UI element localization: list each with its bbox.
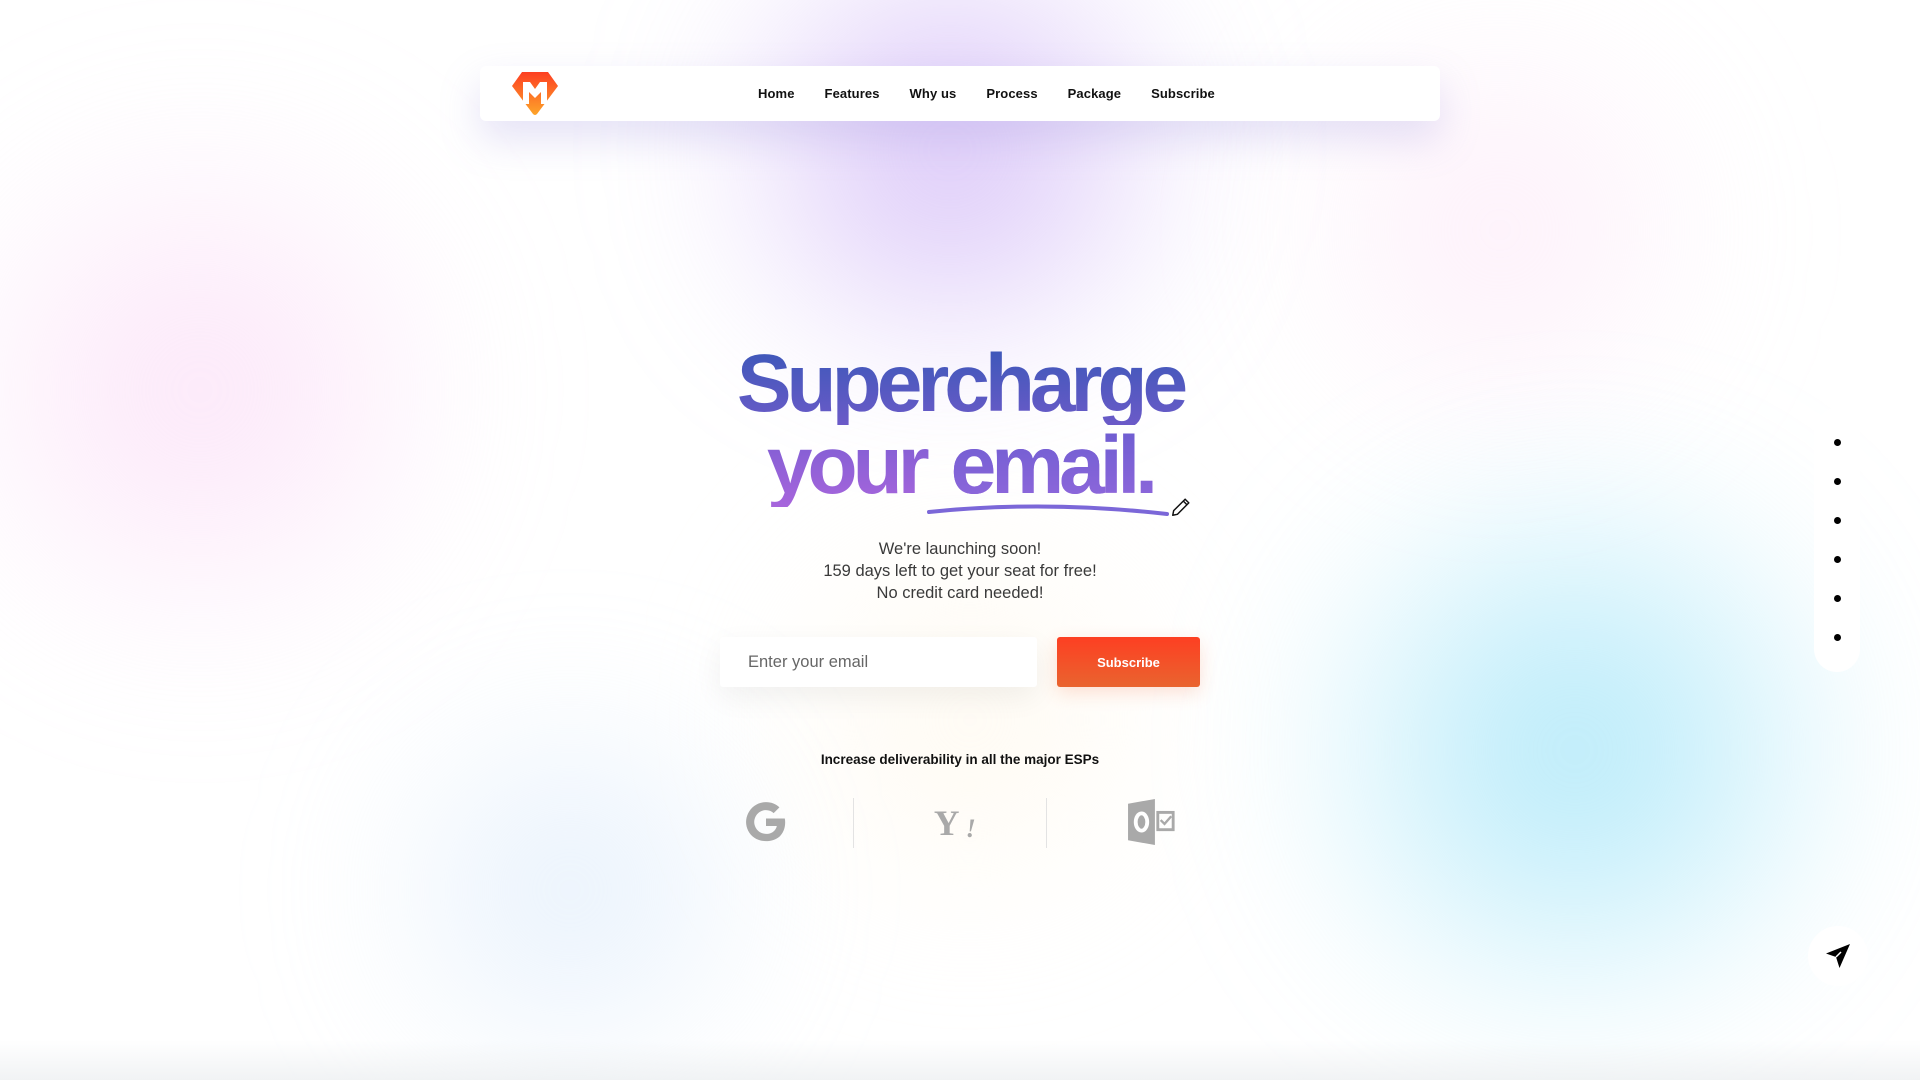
send-button[interactable] <box>1808 926 1868 986</box>
launch-text: We're launching soon! <box>878 540 1042 558</box>
outlook-logo <box>1125 796 1181 848</box>
section-dot[interactable] <box>1833 439 1841 446</box>
hero-title-your: your <box>766 420 925 511</box>
nav-process[interactable]: Process <box>986 86 1037 101</box>
yahoo-logo: Y ! <box>930 796 990 848</box>
svg-text:!: ! <box>966 814 976 841</box>
svg-text:Y: Y <box>934 803 960 841</box>
google-logo <box>740 796 792 848</box>
section-dot-nav <box>1814 408 1860 672</box>
section-dot[interactable] <box>1833 478 1841 485</box>
section-dot[interactable] <box>1833 595 1841 602</box>
handdrawn-underline <box>927 504 1169 516</box>
section-dot[interactable] <box>1833 556 1841 563</box>
esp-divider <box>853 798 854 848</box>
main-nav: Home Features Why us Process Package Sub… <box>758 66 1215 121</box>
no-credit-card-text: No credit card needed! <box>876 584 1044 602</box>
nav-features[interactable]: Features <box>825 86 880 101</box>
section-dot[interactable] <box>1833 517 1841 524</box>
esp-divider <box>1046 798 1047 848</box>
hexagon-m-logo-icon <box>512 72 558 115</box>
email-input[interactable] <box>720 637 1037 687</box>
nav-home[interactable]: Home <box>758 86 795 101</box>
section-dot[interactable] <box>1833 634 1841 641</box>
esp-caption: Increase deliverability in all the major… <box>820 752 1100 767</box>
google-icon <box>746 802 786 842</box>
paper-plane-icon <box>1826 944 1850 968</box>
bg-blob <box>640 0 1260 360</box>
nav-why-us[interactable]: Why us <box>910 86 957 101</box>
logo-link[interactable] <box>510 70 560 116</box>
nav-package[interactable]: Package <box>1068 86 1121 101</box>
outlook-icon <box>1128 798 1175 846</box>
yahoo-icon: Y ! <box>934 803 976 841</box>
hero-title-line1: Supercharge <box>0 343 1920 425</box>
nav-subscribe[interactable]: Subscribe <box>1151 86 1215 101</box>
navbar: Home Features Why us Process Package Sub… <box>480 66 1440 121</box>
bottom-shade <box>0 1040 1920 1080</box>
days-left-text: 159 days left to get your seat for free! <box>823 562 1097 580</box>
hero-title-line2: your email. <box>0 425 1920 507</box>
pencil-icon <box>1172 498 1190 516</box>
subscribe-button[interactable]: Subscribe <box>1057 637 1200 687</box>
hero-title-email: email. <box>950 420 1158 511</box>
